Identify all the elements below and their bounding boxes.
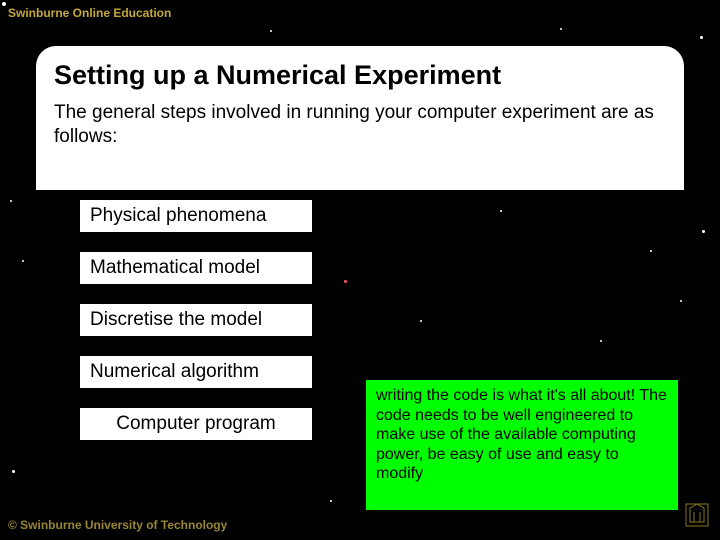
copyright-footer: © Swinburne University of Technology bbox=[8, 518, 227, 532]
star-icon bbox=[12, 470, 15, 473]
step-discretise-model: Discretise the model bbox=[78, 302, 314, 338]
intro-text: The general steps involved in running yo… bbox=[54, 101, 666, 149]
star-icon bbox=[330, 500, 332, 502]
star-icon bbox=[700, 36, 703, 39]
star-icon bbox=[420, 320, 422, 322]
callout-text: writing the code is what it's all about!… bbox=[376, 387, 667, 482]
step-label: Numerical algorithm bbox=[90, 361, 259, 383]
star-icon bbox=[650, 250, 652, 252]
callout-box: writing the code is what it's all about!… bbox=[364, 378, 680, 512]
star-icon bbox=[10, 200, 12, 202]
star-icon bbox=[500, 210, 502, 212]
university-logo-icon bbox=[684, 500, 710, 530]
star-icon bbox=[680, 300, 682, 302]
page-title: Setting up a Numerical Experiment bbox=[54, 60, 666, 91]
star-icon bbox=[702, 230, 705, 233]
content-card: Setting up a Numerical Experiment The ge… bbox=[36, 46, 684, 190]
brand-header: Swinburne Online Education bbox=[8, 6, 171, 20]
step-label: Computer program bbox=[116, 413, 275, 435]
step-physical-phenomena: Physical phenomena bbox=[78, 198, 314, 234]
star-icon bbox=[560, 28, 562, 30]
star-icon bbox=[344, 280, 347, 283]
star-icon bbox=[600, 340, 602, 342]
step-numerical-algorithm: Numerical algorithm bbox=[78, 354, 314, 390]
slide: Swinburne Online Education Setting up a … bbox=[0, 0, 720, 540]
step-mathematical-model: Mathematical model bbox=[78, 250, 314, 286]
star-icon bbox=[2, 2, 6, 6]
step-label: Mathematical model bbox=[90, 257, 260, 279]
star-icon bbox=[22, 260, 24, 262]
step-label: Physical phenomena bbox=[90, 205, 266, 227]
step-label: Discretise the model bbox=[90, 309, 262, 331]
steps-list: Physical phenomena Mathematical model Di… bbox=[78, 198, 314, 442]
step-computer-program: Computer program bbox=[78, 406, 314, 442]
star-icon bbox=[270, 30, 272, 32]
